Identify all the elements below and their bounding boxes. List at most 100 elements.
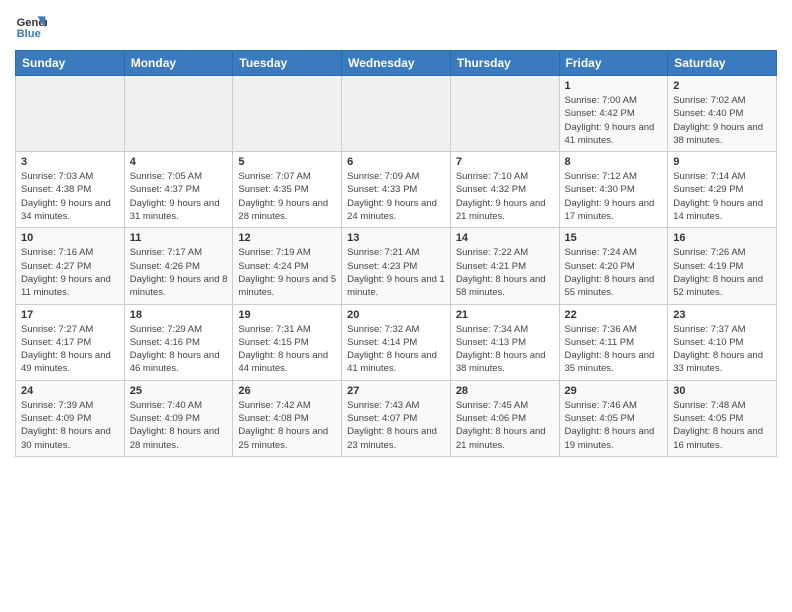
- day-info: Sunrise: 7:12 AM Sunset: 4:30 PM Dayligh…: [565, 170, 663, 223]
- calendar-cell: 7 Sunrise: 7:10 AM Sunset: 4:32 PM Daylig…: [450, 152, 559, 228]
- calendar-cell: 3 Sunrise: 7:03 AM Sunset: 4:38 PM Daylig…: [16, 152, 125, 228]
- calendar-cell: 10 Sunrise: 7:16 AM Sunset: 4:27 PM Dayli…: [16, 228, 125, 304]
- calendar-cell: [450, 76, 559, 152]
- day-number: 4: [130, 156, 228, 168]
- calendar-cell: 29Sunrise: 7:46 AM Sunset: 4:05 PM Dayli…: [559, 380, 668, 456]
- day-info: Sunrise: 7:02 AM Sunset: 4:40 PM Dayligh…: [673, 94, 771, 147]
- day-info: Sunrise: 7:00 AM Sunset: 4:42 PM Dayligh…: [565, 94, 663, 147]
- calendar-cell: 5 Sunrise: 7:07 AM Sunset: 4:35 PM Daylig…: [233, 152, 342, 228]
- weekday-header-tuesday: Tuesday: [233, 51, 342, 76]
- day-info: Sunrise: 7:48 AM Sunset: 4:05 PM Dayligh…: [673, 399, 771, 452]
- calendar-cell: 4 Sunrise: 7:05 AM Sunset: 4:37 PM Daylig…: [124, 152, 233, 228]
- day-number: 9: [673, 156, 771, 168]
- weekday-header-thursday: Thursday: [450, 51, 559, 76]
- day-number: 24: [21, 385, 119, 397]
- calendar-cell: 19Sunrise: 7:31 AM Sunset: 4:15 PM Dayli…: [233, 304, 342, 380]
- day-number: 27: [347, 385, 445, 397]
- calendar-cell: 30 Sunrise: 7:48 AM Sunset: 4:05 PM Dayli…: [668, 380, 777, 456]
- calendar-cell: 23 Sunrise: 7:37 AM Sunset: 4:10 PM Dayli…: [668, 304, 777, 380]
- day-info: Sunrise: 7:42 AM Sunset: 4:08 PM Dayligh…: [238, 399, 336, 452]
- calendar-cell: [342, 76, 451, 152]
- day-number: 30: [673, 385, 771, 397]
- day-info: Sunrise: 7:27 AM Sunset: 4:17 PM Dayligh…: [21, 323, 119, 376]
- day-info: Sunrise: 7:14 AM Sunset: 4:29 PM Dayligh…: [673, 170, 771, 223]
- calendar-cell: 24 Sunrise: 7:39 AM Sunset: 4:09 PM Dayli…: [16, 380, 125, 456]
- calendar-cell: 6 Sunrise: 7:09 AM Sunset: 4:33 PM Daylig…: [342, 152, 451, 228]
- calendar-cell: 17 Sunrise: 7:27 AM Sunset: 4:17 PM Dayli…: [16, 304, 125, 380]
- day-info: Sunrise: 7:37 AM Sunset: 4:10 PM Dayligh…: [673, 323, 771, 376]
- day-info: Sunrise: 7:45 AM Sunset: 4:06 PM Dayligh…: [456, 399, 554, 452]
- day-info: Sunrise: 7:09 AM Sunset: 4:33 PM Dayligh…: [347, 170, 445, 223]
- day-number: 15: [565, 232, 663, 244]
- calendar-cell: 15 Sunrise: 7:24 AM Sunset: 4:20 PM Dayli…: [559, 228, 668, 304]
- calendar-cell: [124, 76, 233, 152]
- day-number: 18: [130, 309, 228, 321]
- day-info: Sunrise: 7:24 AM Sunset: 4:20 PM Dayligh…: [565, 246, 663, 299]
- day-info: Sunrise: 7:16 AM Sunset: 4:27 PM Dayligh…: [21, 246, 119, 299]
- calendar-cell: 2 Sunrise: 7:02 AM Sunset: 4:40 PM Daylig…: [668, 76, 777, 152]
- calendar-cell: 28 Sunrise: 7:45 AM Sunset: 4:06 PM Dayli…: [450, 380, 559, 456]
- calendar-cell: [233, 76, 342, 152]
- day-info: Sunrise: 7:26 AM Sunset: 4:19 PM Dayligh…: [673, 246, 771, 299]
- day-number: 8: [565, 156, 663, 168]
- day-info: Sunrise: 7:22 AM Sunset: 4:21 PM Dayligh…: [456, 246, 554, 299]
- day-number: 1: [565, 80, 663, 92]
- calendar-cell: [16, 76, 125, 152]
- calendar-cell: 12 Sunrise: 7:19 AM Sunset: 4:24 PM Dayli…: [233, 228, 342, 304]
- day-info: Sunrise: 7:21 AM Sunset: 4:23 PM Dayligh…: [347, 246, 445, 299]
- calendar-cell: 13Sunrise: 7:21 AM Sunset: 4:23 PM Dayli…: [342, 228, 451, 304]
- day-info: Sunrise: 7:29 AM Sunset: 4:16 PM Dayligh…: [130, 323, 228, 376]
- weekday-header-friday: Friday: [559, 51, 668, 76]
- calendar-cell: 9 Sunrise: 7:14 AM Sunset: 4:29 PM Daylig…: [668, 152, 777, 228]
- calendar-table: SundayMondayTuesdayWednesdayThursdayFrid…: [15, 50, 777, 457]
- day-number: 17: [21, 309, 119, 321]
- day-number: 5: [238, 156, 336, 168]
- day-number: 29: [565, 385, 663, 397]
- calendar-cell: 18 Sunrise: 7:29 AM Sunset: 4:16 PM Dayli…: [124, 304, 233, 380]
- weekday-header-monday: Monday: [124, 51, 233, 76]
- day-number: 25: [130, 385, 228, 397]
- day-number: 12: [238, 232, 336, 244]
- day-number: 14: [456, 232, 554, 244]
- day-number: 6: [347, 156, 445, 168]
- day-info: Sunrise: 7:40 AM Sunset: 4:09 PM Dayligh…: [130, 399, 228, 452]
- calendar-cell: 14 Sunrise: 7:22 AM Sunset: 4:21 PM Dayli…: [450, 228, 559, 304]
- logo-icon: General Blue: [15, 10, 47, 42]
- day-number: 23: [673, 309, 771, 321]
- day-info: Sunrise: 7:34 AM Sunset: 4:13 PM Dayligh…: [456, 323, 554, 376]
- header: General Blue: [15, 10, 777, 42]
- day-info: Sunrise: 7:10 AM Sunset: 4:32 PM Dayligh…: [456, 170, 554, 223]
- day-info: Sunrise: 7:32 AM Sunset: 4:14 PM Dayligh…: [347, 323, 445, 376]
- logo: General Blue: [15, 10, 47, 42]
- day-info: Sunrise: 7:19 AM Sunset: 4:24 PM Dayligh…: [238, 246, 336, 299]
- calendar-cell: 25 Sunrise: 7:40 AM Sunset: 4:09 PM Dayli…: [124, 380, 233, 456]
- day-info: Sunrise: 7:17 AM Sunset: 4:26 PM Dayligh…: [130, 246, 228, 299]
- day-number: 20: [347, 309, 445, 321]
- day-info: Sunrise: 7:36 AM Sunset: 4:11 PM Dayligh…: [565, 323, 663, 376]
- svg-text:Blue: Blue: [17, 28, 41, 40]
- day-info: Sunrise: 7:03 AM Sunset: 4:38 PM Dayligh…: [21, 170, 119, 223]
- weekday-header-sunday: Sunday: [16, 51, 125, 76]
- day-info: Sunrise: 7:07 AM Sunset: 4:35 PM Dayligh…: [238, 170, 336, 223]
- day-info: Sunrise: 7:39 AM Sunset: 4:09 PM Dayligh…: [21, 399, 119, 452]
- day-number: 22: [565, 309, 663, 321]
- weekday-header-saturday: Saturday: [668, 51, 777, 76]
- day-info: Sunrise: 7:43 AM Sunset: 4:07 PM Dayligh…: [347, 399, 445, 452]
- calendar-cell: 27 Sunrise: 7:43 AM Sunset: 4:07 PM Dayli…: [342, 380, 451, 456]
- day-info: Sunrise: 7:31 AM Sunset: 4:15 PM Dayligh…: [238, 323, 336, 376]
- day-info: Sunrise: 7:05 AM Sunset: 4:37 PM Dayligh…: [130, 170, 228, 223]
- day-number: 10: [21, 232, 119, 244]
- day-number: 2: [673, 80, 771, 92]
- weekday-header-wednesday: Wednesday: [342, 51, 451, 76]
- calendar-cell: 16 Sunrise: 7:26 AM Sunset: 4:19 PM Dayli…: [668, 228, 777, 304]
- day-number: 28: [456, 385, 554, 397]
- day-number: 7: [456, 156, 554, 168]
- day-number: 3: [21, 156, 119, 168]
- calendar-cell: 11Sunrise: 7:17 AM Sunset: 4:26 PM Dayli…: [124, 228, 233, 304]
- calendar-cell: 1 Sunrise: 7:00 AM Sunset: 4:42 PM Daylig…: [559, 76, 668, 152]
- calendar-cell: 26 Sunrise: 7:42 AM Sunset: 4:08 PM Dayli…: [233, 380, 342, 456]
- day-number: 16: [673, 232, 771, 244]
- calendar-cell: 8 Sunrise: 7:12 AM Sunset: 4:30 PM Daylig…: [559, 152, 668, 228]
- day-number: 26: [238, 385, 336, 397]
- calendar-cell: 21Sunrise: 7:34 AM Sunset: 4:13 PM Dayli…: [450, 304, 559, 380]
